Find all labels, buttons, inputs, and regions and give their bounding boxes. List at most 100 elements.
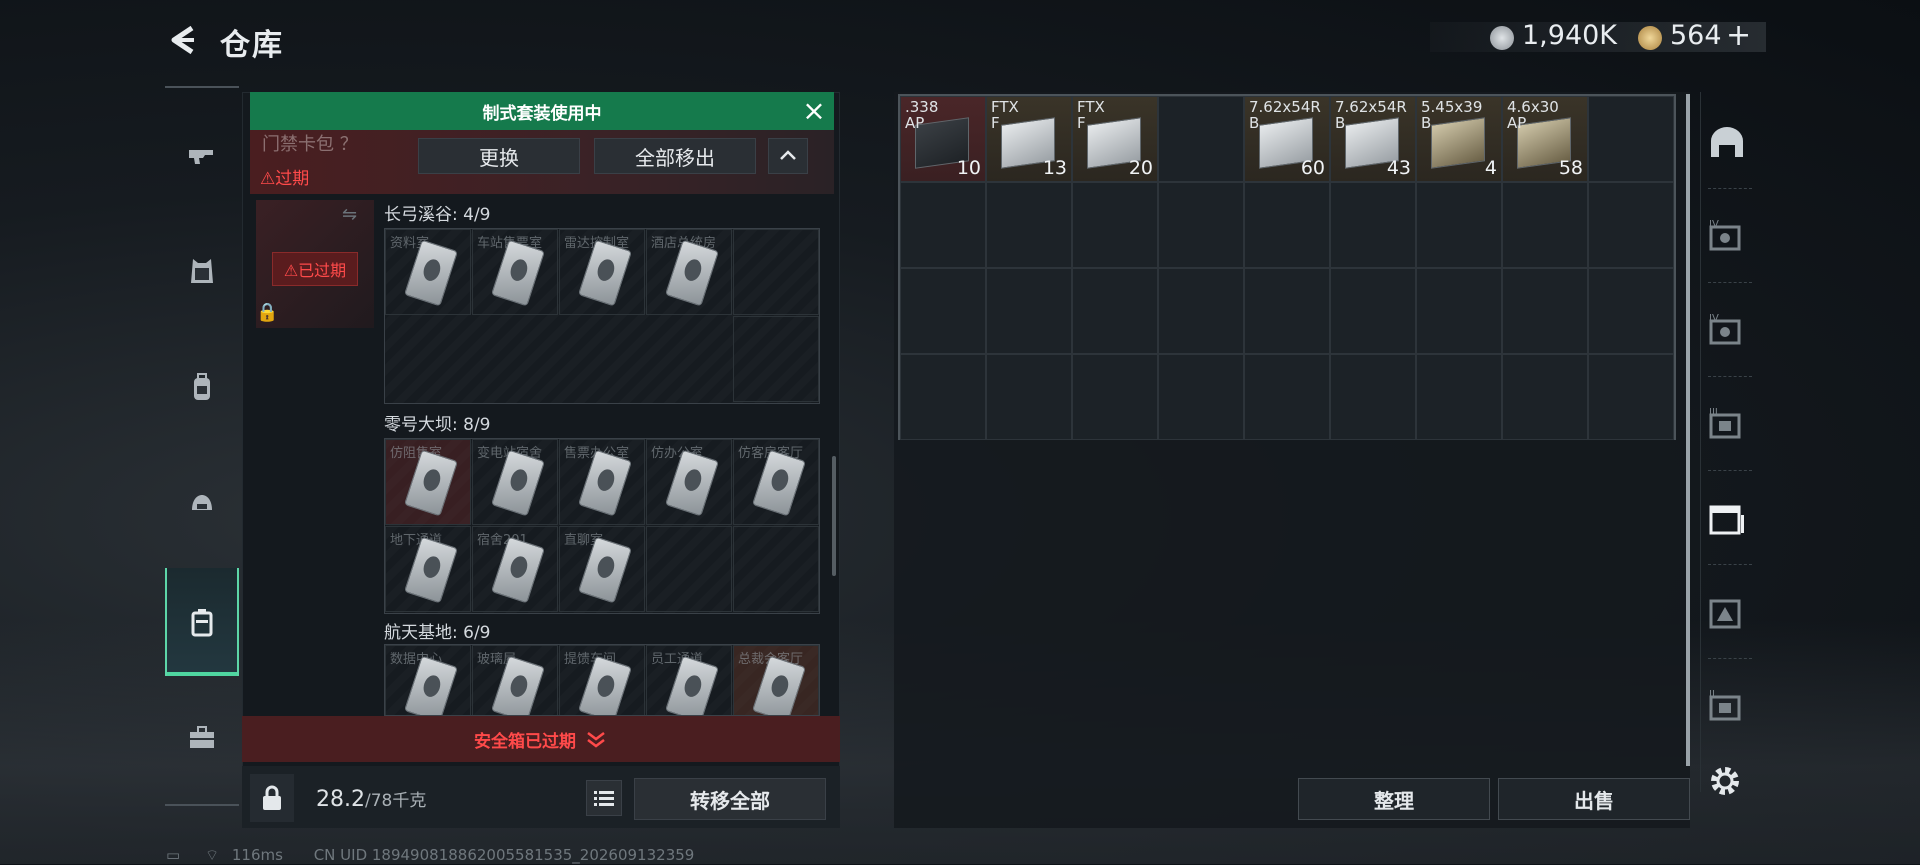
stash-empty-cell[interactable] [1072, 354, 1158, 440]
rail-vehicle[interactable] [1702, 118, 1752, 168]
rail-container-iii[interactable]: III [1702, 400, 1752, 450]
item-count: 13 [1042, 157, 1067, 179]
keycard-slot[interactable]: 玻璃屋 [472, 645, 558, 715]
stash-empty-cell[interactable] [1158, 182, 1244, 268]
stash-item[interactable]: .338 AP 10 [900, 96, 986, 182]
stash-empty-cell[interactable] [900, 268, 986, 354]
stash-item[interactable]: 7.62x54R B 43 [1330, 96, 1416, 182]
stash-empty-cell[interactable] [1502, 182, 1588, 268]
weight-readout: 28.2/78千克 [316, 786, 426, 812]
rail-container-warn[interactable] [1702, 588, 1752, 638]
lock-button[interactable] [250, 774, 294, 822]
stash-empty-cell[interactable] [1158, 96, 1244, 182]
stash-empty-cell[interactable] [1330, 182, 1416, 268]
stash-empty-cell[interactable] [900, 182, 986, 268]
padlock-icon [263, 785, 281, 810]
stash-empty-cell[interactable] [1244, 354, 1330, 440]
collapse-button[interactable] [768, 138, 808, 174]
silver-coin-icon [1490, 26, 1514, 50]
keycard-slot[interactable]: 资料室 [385, 229, 471, 315]
rail-helmet[interactable] [165, 464, 239, 542]
add-currency-button[interactable]: + [1726, 18, 1751, 53]
keycard-slot[interactable]: 宿舍201 [472, 526, 558, 612]
keycard-slot[interactable]: 提馈车间 [559, 645, 645, 715]
stash-empty-cell[interactable] [1502, 354, 1588, 440]
stash-item[interactable]: 5.45x39 B 4 [1416, 96, 1502, 182]
chevron-up-icon [780, 150, 796, 160]
stash-empty-cell[interactable] [1416, 182, 1502, 268]
stash-empty-cell[interactable] [1416, 354, 1502, 440]
stash-empty-cell[interactable] [1588, 354, 1674, 440]
stash-empty-cell[interactable] [1072, 268, 1158, 354]
keycard-slot[interactable]: 总裁会客厅 [733, 645, 819, 715]
rail-container-iv-b[interactable]: IV [1702, 306, 1752, 356]
stash-empty-cell[interactable] [1244, 182, 1330, 268]
stash-item[interactable]: FTX F 20 [1072, 96, 1158, 182]
rail-container-ii[interactable]: II [1702, 682, 1752, 732]
rail-container-iv[interactable]: IV [1702, 212, 1752, 262]
keycard-slot[interactable]: 售票办公室 [559, 439, 645, 525]
replace-button[interactable]: 更换 [418, 138, 580, 174]
stash-scrollbar[interactable] [1686, 94, 1690, 766]
stash-empty-cell[interactable] [986, 182, 1072, 268]
stash-empty-cell[interactable] [900, 354, 986, 440]
rail-container-active[interactable] [1702, 494, 1752, 544]
stash-empty-cell[interactable] [1588, 182, 1674, 268]
rail-backpack[interactable] [165, 348, 239, 426]
package-label: 门禁卡包 ？ [262, 134, 358, 155]
empty-slot[interactable] [733, 316, 819, 402]
settings-button[interactable] [1700, 756, 1750, 806]
keycard-slot[interactable]: 仿阻售室 [385, 439, 471, 525]
item-count: 4 [1484, 157, 1497, 179]
rail-keycard-case[interactable] [165, 568, 239, 676]
keycard-slot[interactable]: 员工通道 [646, 645, 732, 715]
remove-all-button[interactable]: 全部移出 [594, 138, 756, 174]
close-icon[interactable]: × [800, 97, 828, 126]
item-label: 5.45x39 B [1421, 98, 1483, 132]
keycard-slot[interactable]: 仿客房客厅 [733, 439, 819, 525]
keycard-slot[interactable]: 车站售票室 [472, 229, 558, 315]
stash-empty-cell[interactable] [1244, 268, 1330, 354]
rail-weapon[interactable] [165, 116, 239, 194]
stash-empty-cell[interactable] [1588, 268, 1674, 354]
back-arrow-icon[interactable] [164, 22, 200, 58]
stash-empty-cell[interactable] [1588, 96, 1674, 182]
empty-slot[interactable] [733, 229, 819, 315]
stash-item[interactable]: 7.62x54R B 60 [1244, 96, 1330, 182]
sell-button[interactable]: 出售 [1498, 778, 1690, 820]
stash-empty-cell[interactable] [986, 354, 1072, 440]
stash-empty-cell[interactable] [1158, 354, 1244, 440]
stash-item[interactable]: FTX F 13 [986, 96, 1072, 182]
safe-box-expired-bar[interactable]: 安全箱已过期 [242, 716, 840, 762]
vehicle-icon [1711, 127, 1743, 157]
empty-slot[interactable] [733, 526, 819, 612]
container-iv-b-icon: IV [1709, 313, 1741, 345]
stash-empty-cell[interactable] [1416, 268, 1502, 354]
keycard-grid-aerospace: 数据中心 玻璃屋 提馈车间 员工通道 总裁会客厅 [384, 644, 820, 716]
keycard-slot[interactable]: 地下通道 [385, 526, 471, 612]
keycard-slot[interactable]: 变电站宿舍 [472, 439, 558, 525]
stash-item[interactable]: 4.6x30 AP 58 [1502, 96, 1588, 182]
stash-empty-cell[interactable] [1502, 268, 1588, 354]
keycard-slot[interactable]: 直聊室 [559, 526, 645, 612]
stash-empty-cell[interactable] [1330, 268, 1416, 354]
transfer-all-button[interactable]: 转移全部 [634, 778, 826, 820]
keycard-slot[interactable]: 仿办公室 [646, 439, 732, 525]
keycard-slot[interactable]: 雷达控制室 [559, 229, 645, 315]
lock-icon: 🔒 [256, 302, 279, 323]
rail-toolbox[interactable] [165, 698, 239, 776]
rail-separator [1708, 188, 1752, 189]
rail-armor[interactable] [165, 232, 239, 310]
swap-icon[interactable]: ⇋ [342, 204, 357, 225]
empty-slot[interactable] [646, 526, 732, 612]
stash-empty-cell[interactable] [1158, 268, 1244, 354]
list-view-button[interactable] [586, 780, 622, 816]
keycard-slot[interactable]: 酒店总统房 [646, 229, 732, 315]
item-label: 7.62x54R B [1249, 98, 1321, 132]
stash-empty-cell[interactable] [1072, 182, 1158, 268]
stash-empty-cell[interactable] [1330, 354, 1416, 440]
keycard-slot[interactable]: 数据中心 [385, 645, 471, 715]
sort-button[interactable]: 整理 [1298, 778, 1490, 820]
stash-empty-cell[interactable] [986, 268, 1072, 354]
panel-scrollbar[interactable] [832, 456, 836, 576]
